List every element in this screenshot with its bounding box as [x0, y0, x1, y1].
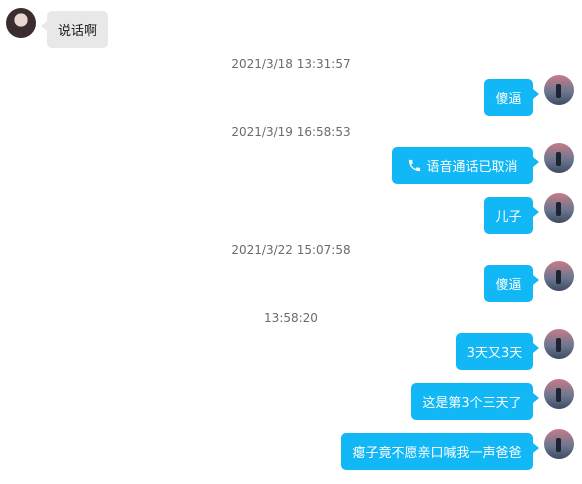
contact-avatar[interactable]	[6, 8, 36, 38]
message-text: 这是第3个三天了	[422, 396, 522, 411]
message-bubble-outgoing[interactable]: 傻逼	[484, 265, 539, 302]
message-bubble-outgoing[interactable]: 3天又3天	[456, 333, 539, 370]
user-avatar[interactable]	[544, 329, 574, 359]
user-avatar[interactable]	[544, 379, 574, 409]
message-bubble-outgoing[interactable]: 瘪子竟不愿亲口喊我一声爸爸	[341, 433, 539, 470]
message-bubble-outgoing[interactable]: 儿子	[484, 197, 539, 234]
user-avatar[interactable]	[544, 143, 574, 173]
message-text: 说话啊	[57, 24, 97, 39]
user-avatar[interactable]	[544, 193, 574, 223]
timestamp: 13:58:20	[264, 311, 318, 325]
timestamp: 2021/3/18 13:31:57	[231, 57, 351, 71]
message-text: 语音通话已取消	[426, 160, 518, 175]
message-bubble-outgoing[interactable]: 傻逼	[484, 79, 539, 116]
message-text: 3天又3天	[466, 346, 523, 361]
timestamp: 2021/3/19 16:58:53	[231, 125, 351, 139]
message-text: 儿子	[495, 210, 522, 225]
phone-icon	[407, 158, 422, 173]
message-text: 傻逼	[495, 92, 522, 107]
user-avatar[interactable]	[544, 75, 574, 105]
user-avatar[interactable]	[544, 261, 574, 291]
message-bubble-incoming[interactable]: 说话啊	[41, 11, 108, 48]
message-text: 傻逼	[495, 278, 522, 293]
timestamp: 2021/3/22 15:07:58	[231, 243, 351, 257]
user-avatar[interactable]	[544, 429, 574, 459]
message-bubble-outgoing[interactable]: 这是第3个三天了	[411, 383, 539, 420]
message-text: 瘪子竟不愿亲口喊我一声爸爸	[352, 446, 522, 461]
chat-conversation: 说话啊 2021/3/18 13:31:57 傻逼 2021/3/19 16:5…	[0, 0, 582, 484]
message-bubble-outgoing[interactable]: 语音通话已取消	[392, 147, 539, 184]
